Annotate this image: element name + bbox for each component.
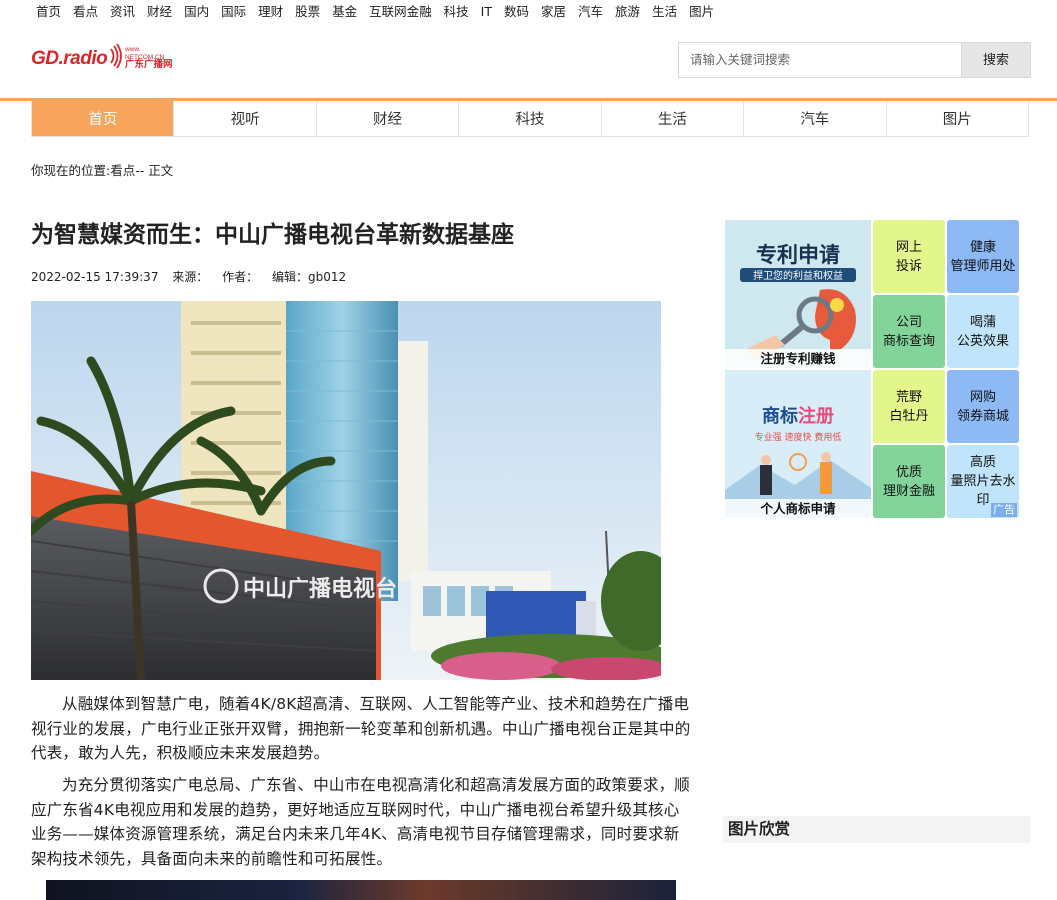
patent-ad-caption: 注册专利赚钱 [725, 349, 871, 368]
top-nav-kandian[interactable]: 看点 [73, 3, 98, 21]
main-nav-home[interactable]: 首页 [32, 101, 175, 136]
ad-tile-line2: 商标查询 [882, 333, 935, 349]
ad-tile-line2: 理财金融 [882, 483, 935, 499]
ad-tile-line1: 健康 [969, 239, 996, 255]
top-nav-auto[interactable]: 汽车 [578, 3, 603, 21]
article-editor: 编辑：gb012 [271, 270, 347, 284]
ad-tile-line2: 白牡丹 [889, 408, 929, 424]
ad-tile-line1: 优质 [895, 464, 922, 480]
top-nav-domestic[interactable]: 国内 [184, 3, 209, 21]
ad-tile[interactable]: 公司 商标查询 [873, 295, 945, 368]
main-nav-audio-video[interactable]: 视听 [174, 101, 317, 136]
top-nav-digital[interactable]: 数码 [504, 3, 529, 21]
ad-tile-line1: 网购 [969, 389, 996, 405]
trademark-ad[interactable]: 商标注册 专业强 速度快 费用低 个人商标申请 [725, 370, 871, 518]
top-nav-tech[interactable]: 科技 [444, 3, 469, 21]
pictures-section-heading: 图片欣赏 [723, 816, 1030, 843]
breadcrumb: 你现在的位置:看点-- 正文 [31, 163, 174, 178]
top-nav-news[interactable]: 资讯 [110, 3, 135, 21]
article-meta: 2022-02-15 17:39:37 来源： 作者： 编辑：gb012 [31, 268, 356, 285]
ad-tile[interactable]: 健康 管理师用处 [947, 220, 1019, 293]
search-input[interactable]: 请输入关键词搜索 [678, 42, 961, 78]
logo-wordmark: GD.radio [31, 48, 108, 69]
patent-ad-sub: 捍卫您的利益和权益 [753, 269, 843, 282]
top-nav: 首页 看点 资讯 财经 国内 国际 理财 股票 基金 互联网金融 科技 IT 数… [36, 3, 726, 21]
radio-waves-icon [110, 43, 122, 69]
trademark-ad-sub: 专业强 速度快 费用低 [755, 431, 842, 443]
ad-label-badge: 广告 [991, 503, 1017, 517]
logo-chinese-name: 广东广播网 [125, 59, 173, 70]
top-nav-stocks[interactable]: 股票 [295, 3, 320, 21]
ad-tile-line2: 公英效果 [956, 333, 1009, 349]
ad-tile-line1: 公司 [895, 314, 922, 330]
top-nav-finance[interactable]: 财经 [147, 3, 172, 21]
top-nav-funds[interactable]: 基金 [332, 3, 357, 21]
top-nav-life[interactable]: 生活 [652, 3, 677, 21]
main-nav-life[interactable]: 生活 [602, 101, 745, 136]
article-date: 2022-02-15 17:39:37 [31, 270, 159, 284]
top-nav-it[interactable]: IT [481, 3, 492, 21]
main-nav-tech[interactable]: 科技 [459, 101, 602, 136]
top-nav-pictures[interactable]: 图片 [689, 3, 714, 21]
trademark-ad-title-2: 注册 [798, 405, 834, 427]
ad-tile[interactable]: 优质 理财金融 [873, 445, 945, 518]
building-photo: 中山广播电视台 [31, 301, 661, 680]
top-nav-international[interactable]: 国际 [221, 3, 246, 21]
search-button[interactable]: 搜索 [961, 42, 1031, 78]
article-paragraph: 从融媒体到智慧广电，随着4K/8K超高清、互联网、人工智能等产业、技术和趋势在广… [31, 695, 691, 762]
patent-ad-image: 专利申请 捍卫您的利益和权益 [725, 220, 871, 368]
ad-tile[interactable]: 网上 投诉 [873, 220, 945, 293]
hero-sign-text: 中山广播电视台 [243, 576, 397, 602]
ad-tile-line1: 荒野 [895, 389, 922, 405]
top-nav-internet-finance[interactable]: 互联网金融 [369, 3, 432, 21]
trademark-ad-caption: 个人商标申请 [725, 499, 871, 518]
article-second-image [46, 880, 676, 900]
article-title: 为智慧媒资而生：中山广播电视台革新数据基座 [31, 221, 514, 248]
patent-ad[interactable]: 专利申请 捍卫您的利益和权益 注册专利赚钱 [725, 220, 871, 368]
ad-tile[interactable]: 网购 领券商城 [947, 370, 1019, 443]
top-nav-home[interactable]: 首页 [36, 3, 61, 21]
ad-tile[interactable]: 高质 量照片去水印 广告 [947, 445, 1019, 518]
ad-tile[interactable]: 荒野 白牡丹 [873, 370, 945, 443]
ad-tile-line1: 喝蒲 [969, 314, 996, 330]
svg-text:商标注册: 商标注册 [762, 405, 834, 427]
main-nav-auto[interactable]: 汽车 [744, 101, 887, 136]
sidebar-ads: 专利申请 捍卫您的利益和权益 注册专利赚钱 商标注册 专业强 速度快 费用低 个… [725, 220, 1021, 518]
ad-tile-line2: 领券商城 [956, 408, 1009, 424]
trademark-ad-title-1: 商标 [762, 405, 798, 427]
ad-tile-line2: 管理师用处 [950, 258, 1016, 274]
ad-tile-line1: 高质 [969, 455, 996, 470]
article-hero-image: 中山广播电视台 [31, 301, 661, 680]
top-nav-home-living[interactable]: 家居 [541, 3, 566, 21]
site-logo[interactable]: GD.radio www. NETCOM.CN 广东广播网 [31, 40, 181, 74]
ad-tile-line1: 网上 [895, 239, 922, 255]
ad-tile-line2: 投诉 [895, 258, 922, 274]
article-paragraph: 为充分贯彻落实广电总局、广东省、中山市在电视高清化和超高清发展方面的政策要求，顺… [31, 776, 691, 868]
article-source: 来源： [172, 270, 209, 284]
ad-tile[interactable]: 喝蒲 公英效果 [947, 295, 1019, 368]
main-nav-finance[interactable]: 财经 [317, 101, 460, 136]
trademark-ad-image: 商标注册 专业强 速度快 费用低 [725, 370, 871, 518]
article-author: 作者： [222, 270, 259, 284]
patent-ad-title: 专利申请 [756, 243, 840, 267]
main-nav: 首页 视听 财经 科技 生活 汽车 图片 [31, 101, 1029, 137]
main-nav-pictures[interactable]: 图片 [887, 101, 1028, 136]
top-nav-travel[interactable]: 旅游 [615, 3, 640, 21]
top-nav-wealth[interactable]: 理财 [258, 3, 283, 21]
